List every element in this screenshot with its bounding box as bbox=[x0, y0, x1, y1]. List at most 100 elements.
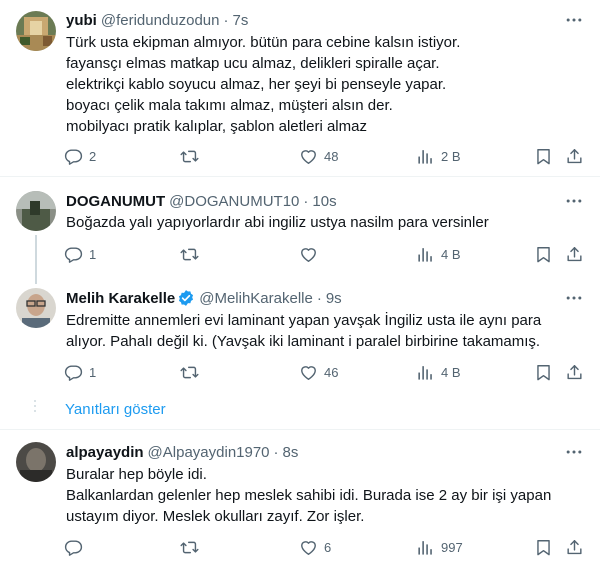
timestamp[interactable]: 8s bbox=[283, 444, 299, 461]
bookmark-button[interactable] bbox=[534, 244, 553, 264]
like-button[interactable]: 6 bbox=[299, 537, 331, 557]
bookmark-button[interactable] bbox=[534, 362, 553, 382]
tweet[interactable]: alpayaydin @Alpayaydin1970 · 8s Buralar … bbox=[0, 442, 600, 562]
like-icon bbox=[299, 245, 318, 264]
display-name[interactable]: Melih Karakelle bbox=[66, 290, 175, 307]
share-icon bbox=[565, 363, 584, 382]
share-icon bbox=[565, 245, 584, 264]
tweet[interactable]: Melih Karakelle @MelihKarakelle · 9s Edr… bbox=[0, 288, 600, 388]
timestamp[interactable]: 10s bbox=[312, 193, 336, 210]
tweet-text-line: Buralar hep böyle idi. bbox=[66, 466, 207, 483]
reply-count: 1 bbox=[89, 246, 97, 262]
reply-count: 1 bbox=[89, 364, 97, 380]
reply-icon bbox=[64, 245, 83, 264]
tweet[interactable]: yubi @feridunduzodun · 7s Türk usta ekip… bbox=[0, 10, 600, 170]
like-icon bbox=[299, 363, 318, 382]
avatar[interactable] bbox=[16, 11, 56, 51]
display-name[interactable]: yubi bbox=[66, 12, 97, 29]
like-count: 6 bbox=[324, 539, 332, 555]
share-button[interactable] bbox=[565, 537, 584, 557]
views-button[interactable]: 4 B bbox=[416, 244, 461, 264]
retweet-icon bbox=[180, 538, 199, 557]
reply-button[interactable] bbox=[64, 537, 83, 557]
more-icon[interactable] bbox=[564, 442, 584, 462]
thread-continuation-dots bbox=[34, 400, 36, 415]
tweet-text-line: Balkanlardan gelenler hep meslek sahibi … bbox=[66, 487, 552, 504]
thread-line bbox=[35, 235, 37, 284]
share-button[interactable] bbox=[565, 146, 584, 166]
avatar[interactable] bbox=[16, 191, 56, 231]
retweet-button[interactable] bbox=[180, 146, 199, 166]
bookmark-icon bbox=[534, 363, 553, 382]
like-button[interactable]: 46 bbox=[299, 362, 338, 382]
views-count: 4 B bbox=[441, 246, 461, 262]
verified-badge-icon bbox=[177, 289, 195, 307]
tweet-header: yubi @feridunduzodun · 7s bbox=[66, 10, 248, 30]
tweet-text: Türk usta ekipman almıyor. bütün para ce… bbox=[66, 32, 586, 137]
share-icon bbox=[565, 147, 584, 166]
like-count: 48 bbox=[324, 148, 339, 164]
like-button[interactable]: 48 bbox=[299, 146, 338, 166]
reply-icon bbox=[64, 363, 83, 382]
avatar[interactable] bbox=[16, 288, 56, 328]
bookmark-icon bbox=[534, 245, 553, 264]
user-handle[interactable]: @DOGANUMUT10 bbox=[169, 193, 299, 210]
bookmark-icon bbox=[534, 538, 553, 557]
tweet-actions: 1 46 4 B bbox=[56, 362, 596, 382]
retweet-button[interactable] bbox=[180, 362, 199, 382]
share-button[interactable] bbox=[565, 362, 584, 382]
timestamp[interactable]: 7s bbox=[233, 12, 249, 29]
more-icon[interactable] bbox=[564, 288, 584, 308]
views-icon bbox=[416, 147, 435, 166]
tweet-header: Melih Karakelle @MelihKarakelle · 9s bbox=[66, 288, 342, 308]
retweet-icon bbox=[180, 363, 199, 382]
more-icon[interactable] bbox=[564, 191, 584, 211]
more-icon[interactable] bbox=[564, 10, 584, 30]
user-handle[interactable]: @MelihKarakelle bbox=[199, 290, 313, 307]
reply-count: 2 bbox=[89, 148, 97, 164]
user-handle[interactable]: @feridunduzodun bbox=[101, 12, 220, 29]
views-count: 2 B bbox=[441, 148, 461, 164]
tweet-actions: 2 48 2 B bbox=[56, 146, 596, 166]
reply-icon bbox=[64, 538, 83, 557]
bookmark-button[interactable] bbox=[534, 537, 553, 557]
tweet-text-line: mobilyacı pratik kalıplar, şablon aletle… bbox=[66, 118, 367, 135]
retweet-button[interactable] bbox=[180, 244, 199, 264]
tweet-text-line: boyacı çelik mala takımı almaz, müşteri … bbox=[66, 97, 393, 114]
show-replies-link[interactable]: Yanıtları göster bbox=[65, 401, 166, 418]
display-name[interactable]: DOGANUMUT bbox=[66, 193, 165, 210]
bookmark-button[interactable] bbox=[534, 146, 553, 166]
retweet-icon bbox=[180, 245, 199, 264]
like-button[interactable] bbox=[299, 244, 318, 264]
reply-button[interactable]: 1 bbox=[64, 362, 96, 382]
separator-dot: · bbox=[273, 443, 279, 461]
tweet-text-line: fayansçı elmas matkap ucu almaz, delikle… bbox=[66, 55, 440, 72]
divider bbox=[0, 176, 600, 177]
tweet-text-line: Türk usta ekipman almıyor. bütün para ce… bbox=[66, 34, 461, 51]
timestamp[interactable]: 9s bbox=[326, 290, 342, 307]
tweet[interactable]: DOGANUMUT @DOGANUMUT10 · 10s Boğazda yal… bbox=[0, 191, 600, 271]
views-button[interactable]: 4 B bbox=[416, 362, 461, 382]
display-name[interactable]: alpayaydin bbox=[66, 444, 144, 461]
views-count: 4 B bbox=[441, 364, 461, 380]
tweet-text: Boğazda yalı yapıyorlardır abi ingiliz u… bbox=[66, 212, 586, 233]
tweet-text-line: Edremitte annemleri evi laminant yapan y… bbox=[66, 312, 542, 329]
like-icon bbox=[299, 538, 318, 557]
views-icon bbox=[416, 363, 435, 382]
tweet-text-line: elektrikçi kablo soyucu almaz, her şeyi … bbox=[66, 76, 447, 93]
retweet-button[interactable] bbox=[180, 537, 199, 557]
retweet-icon bbox=[180, 147, 199, 166]
share-icon bbox=[565, 538, 584, 557]
separator-dot: · bbox=[223, 11, 229, 29]
views-button[interactable]: 2 B bbox=[416, 146, 461, 166]
reply-button[interactable]: 1 bbox=[64, 244, 96, 264]
tweet-actions: 6 997 bbox=[56, 537, 596, 557]
views-icon bbox=[416, 538, 435, 557]
reply-button[interactable]: 2 bbox=[64, 146, 96, 166]
like-icon bbox=[299, 147, 318, 166]
avatar[interactable] bbox=[16, 442, 56, 482]
share-button[interactable] bbox=[565, 244, 584, 264]
views-button[interactable]: 997 bbox=[416, 537, 463, 557]
tweet-actions: 1 4 B bbox=[56, 244, 596, 264]
user-handle[interactable]: @Alpayaydin1970 bbox=[148, 444, 270, 461]
